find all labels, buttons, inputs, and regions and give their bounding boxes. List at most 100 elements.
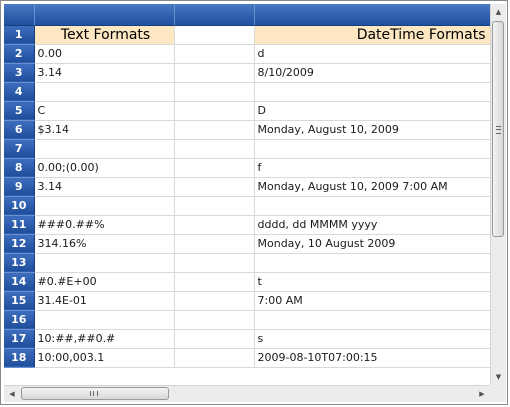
table-row: 14 #0.#E+00 t	[4, 272, 491, 292]
cell[interactable]: 0.00	[34, 44, 175, 64]
cell[interactable]	[34, 196, 175, 216]
row-header[interactable]: 7	[4, 139, 35, 159]
row-header[interactable]: 9	[4, 177, 35, 197]
table-row: 2 0.00 d	[4, 44, 491, 64]
cell[interactable]: 7:00 AM	[254, 291, 491, 311]
row-header[interactable]: 14	[4, 272, 35, 292]
cell[interactable]	[254, 139, 491, 159]
cell[interactable]: f	[254, 158, 491, 178]
grip-icon	[90, 391, 98, 396]
cell[interactable]: 10:##,##0.#	[34, 329, 175, 349]
table-row: 9 3.14 Monday, August 10, 2009 7:00 AM	[4, 177, 491, 197]
row-header[interactable]: 6	[4, 120, 35, 140]
horizontal-scrollbar[interactable]: ◀ ▶	[4, 385, 490, 402]
table-row: 18 10:00,003.1 2009-08-10T07:00:15	[4, 348, 491, 368]
cell[interactable]	[174, 234, 255, 254]
row-header[interactable]: 15	[4, 291, 35, 311]
row-header[interactable]: 11	[4, 215, 35, 235]
row-header[interactable]: 4	[4, 82, 35, 102]
row-header[interactable]: 1	[4, 25, 35, 45]
cell[interactable]: C	[34, 101, 175, 121]
cell[interactable]: 10:00,003.1	[34, 348, 175, 368]
cell[interactable]	[174, 253, 255, 273]
cell[interactable]	[254, 196, 491, 216]
cell[interactable]: dddd, dd MMMM yyyy	[254, 215, 491, 235]
cell[interactable]	[34, 82, 175, 102]
column-header-a[interactable]	[34, 4, 175, 26]
row-header[interactable]: 3	[4, 63, 35, 83]
table-row: 3 3.14 8/10/2009	[4, 63, 491, 83]
row-header[interactable]: 12	[4, 234, 35, 254]
cell[interactable]	[34, 139, 175, 159]
grip-icon	[496, 126, 501, 134]
cell[interactable]	[174, 310, 255, 330]
cell[interactable]	[174, 101, 255, 121]
cell[interactable]: 3.14	[34, 177, 175, 197]
cell[interactable]: d	[254, 44, 491, 64]
table-row: 15 31.4E-01 7:00 AM	[4, 291, 491, 311]
table-row: 5 C D	[4, 101, 491, 121]
row-header[interactable]: 18	[4, 348, 35, 368]
row-header[interactable]: 5	[4, 101, 35, 121]
cell[interactable]: Monday, August 10, 2009	[254, 120, 491, 140]
cell-text-formats-header[interactable]: Text Formats	[34, 25, 175, 45]
cell[interactable]	[254, 253, 491, 273]
table-row: 13	[4, 253, 491, 273]
table-row: 4	[4, 82, 491, 102]
column-header-c[interactable]	[254, 4, 491, 26]
cell[interactable]	[174, 348, 255, 368]
cell[interactable]	[254, 310, 491, 330]
horizontal-scroll-thumb[interactable]	[21, 387, 169, 400]
cell[interactable]	[174, 177, 255, 197]
cell[interactable]: s	[254, 329, 491, 349]
table-row: 1 Text Formats DateTime Formats	[4, 25, 491, 45]
cell[interactable]: Monday, August 10, 2009 7:00 AM	[254, 177, 491, 197]
scroll-down-arrow-icon[interactable]: ▼	[491, 369, 506, 385]
cell[interactable]: ###0.##%	[34, 215, 175, 235]
row-header[interactable]: 2	[4, 44, 35, 64]
cell[interactable]: #0.#E+00	[34, 272, 175, 292]
table-row: 12 314.16% Monday, 10 August 2009	[4, 234, 491, 254]
cell[interactable]	[174, 44, 255, 64]
cell[interactable]	[174, 82, 255, 102]
cell[interactable]: 3.14	[34, 63, 175, 83]
cell[interactable]	[174, 25, 255, 45]
cell[interactable]: t	[254, 272, 491, 292]
cell[interactable]	[174, 291, 255, 311]
cell-datetime-formats-header[interactable]: DateTime Formats	[254, 25, 491, 45]
column-header-b[interactable]	[174, 4, 255, 26]
row-header[interactable]: 8	[4, 158, 35, 178]
cell[interactable]	[174, 120, 255, 140]
cell[interactable]	[34, 310, 175, 330]
cell[interactable]	[174, 215, 255, 235]
scroll-up-arrow-icon[interactable]: ▲	[491, 4, 506, 20]
cell[interactable]: 2009-08-10T07:00:15	[254, 348, 491, 368]
scroll-left-arrow-icon[interactable]: ◀	[4, 386, 20, 402]
row-header[interactable]: 10	[4, 196, 35, 216]
table-row: 8 0.00;(0.00) f	[4, 158, 491, 178]
cell[interactable]	[174, 158, 255, 178]
scroll-right-arrow-icon[interactable]: ▶	[474, 386, 490, 402]
table-row: 16	[4, 310, 491, 330]
row-header[interactable]: 13	[4, 253, 35, 273]
cell[interactable]: 8/10/2009	[254, 63, 491, 83]
row-header[interactable]: 16	[4, 310, 35, 330]
cell[interactable]	[174, 196, 255, 216]
cell[interactable]	[174, 329, 255, 349]
row-header[interactable]: 17	[4, 329, 35, 349]
cell[interactable]: 31.4E-01	[34, 291, 175, 311]
cell[interactable]	[174, 63, 255, 83]
cell[interactable]	[254, 82, 491, 102]
cell[interactable]: $3.14	[34, 120, 175, 140]
select-all-corner[interactable]	[4, 4, 35, 26]
cell[interactable]: 314.16%	[34, 234, 175, 254]
cell[interactable]: Monday, 10 August 2009	[254, 234, 491, 254]
cell[interactable]	[174, 139, 255, 159]
cell[interactable]: D	[254, 101, 491, 121]
vertical-scroll-thumb[interactable]	[492, 21, 504, 237]
vertical-scrollbar[interactable]: ▲ ▼	[490, 4, 506, 385]
cell[interactable]: 0.00;(0.00)	[34, 158, 175, 178]
table-row: 11 ###0.##% dddd, dd MMMM yyyy	[4, 215, 491, 235]
cell[interactable]	[174, 272, 255, 292]
cell[interactable]	[34, 253, 175, 273]
